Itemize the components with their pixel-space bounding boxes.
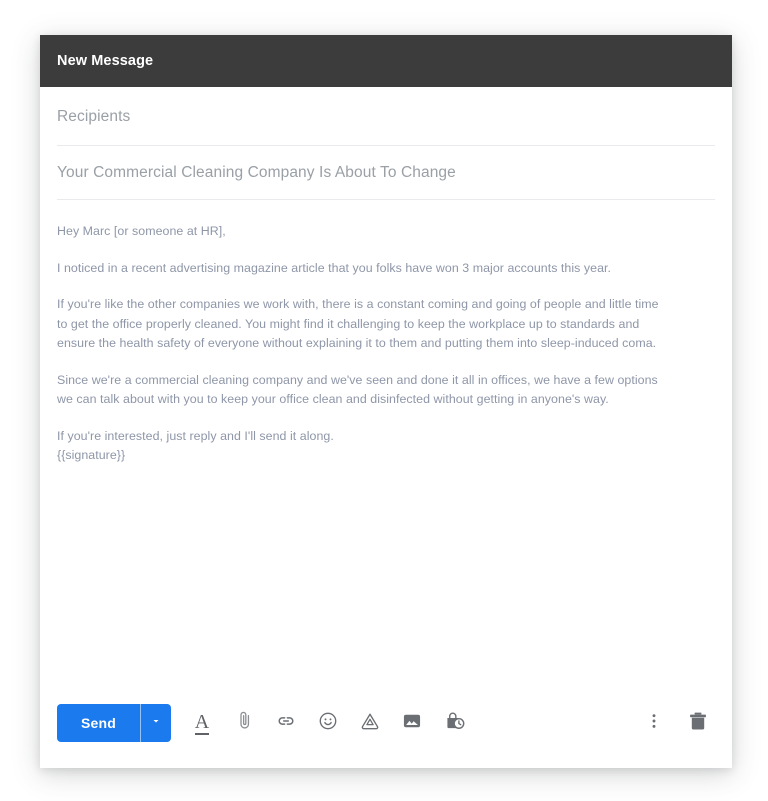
insert-link-button[interactable] <box>273 710 299 736</box>
insert-drive-icon <box>359 710 381 737</box>
toolbar-left-group: Send A <box>57 704 467 742</box>
insert-emoji-icon <box>317 710 339 737</box>
confidential-mode-button[interactable] <box>441 710 467 736</box>
body-paragraph: Hey Marc [or someone at HR], <box>57 224 226 238</box>
subject-field-row[interactable]: Your Commercial Cleaning Company Is Abou… <box>57 146 715 200</box>
signature-placeholder: {{signature}} <box>57 448 126 462</box>
compose-window: New Message Recipients Your Commercial C… <box>40 35 732 768</box>
chevron-down-icon <box>150 714 162 732</box>
format-text-button[interactable]: A <box>189 710 215 736</box>
body-paragraph: If you're interested, just reply and I'l… <box>57 428 334 443</box>
confidential-mode-icon <box>443 709 466 737</box>
page-root: New Message Recipients Your Commercial C… <box>0 0 768 801</box>
send-button-group[interactable]: Send <box>57 704 172 742</box>
compose-header: New Message <box>40 35 732 87</box>
recipients-field-row[interactable]: Recipients <box>57 87 715 146</box>
insert-drive-button[interactable] <box>357 710 383 736</box>
trash-icon <box>686 709 710 738</box>
body-paragraph: Since we're a commercial cleaning compan… <box>57 372 658 407</box>
formatting-icon-row: A <box>189 710 467 736</box>
insert-link-icon <box>275 710 297 737</box>
more-options-button[interactable] <box>641 710 667 736</box>
send-options-button[interactable] <box>141 704 171 742</box>
attach-file-icon <box>234 710 255 736</box>
insert-photo-icon <box>401 710 423 737</box>
discard-draft-button[interactable] <box>685 710 711 736</box>
subject-input[interactable]: Your Commercial Cleaning Company Is Abou… <box>57 146 715 199</box>
insert-emoji-button[interactable] <box>315 710 341 736</box>
toolbar-right-group <box>641 710 715 736</box>
compose-toolbar: Send A <box>40 684 732 768</box>
format-text-icon: A <box>194 710 210 735</box>
compose-header-title: New Message <box>57 53 154 69</box>
body-paragraph: If you're like the other companies we wo… <box>57 297 659 350</box>
recipients-input[interactable]: Recipients <box>57 87 715 145</box>
attach-file-button[interactable] <box>231 710 257 736</box>
more-vertical-icon <box>644 711 664 736</box>
body-paragraph: I noticed in a recent advertising magazi… <box>57 260 612 275</box>
send-button[interactable]: Send <box>57 704 140 742</box>
insert-photo-button[interactable] <box>399 710 425 736</box>
message-body[interactable]: Hey Marc [or someone at HR], I noticed i… <box>40 200 732 684</box>
